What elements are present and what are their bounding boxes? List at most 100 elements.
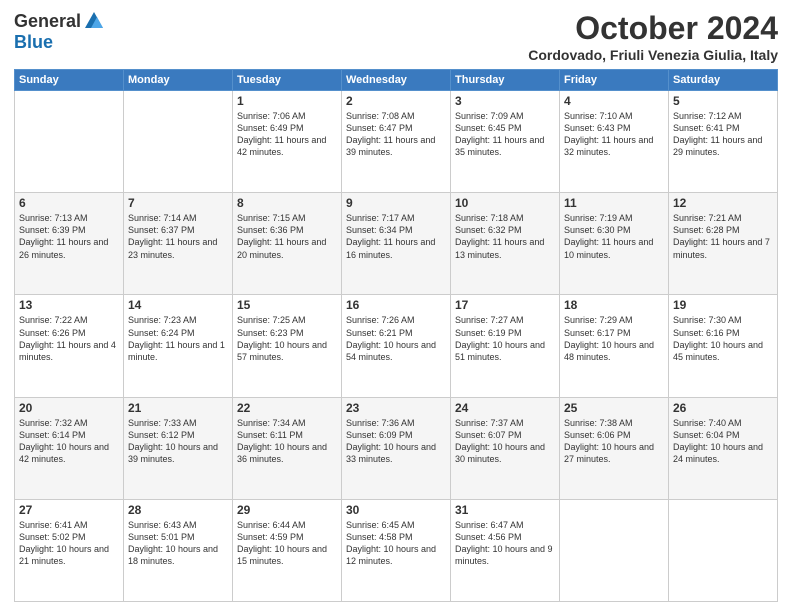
day-number: 11 [564, 196, 664, 210]
calendar-cell: 18 Sunrise: 7:29 AM Sunset: 6:17 PM Dayli… [560, 295, 669, 397]
day-number: 30 [346, 503, 446, 517]
calendar-week-4: 27 Sunrise: 6:41 AM Sunset: 5:02 PM Dayli… [15, 499, 778, 601]
day-number: 24 [455, 401, 555, 415]
day-info: Sunrise: 7:19 AM Sunset: 6:30 PM Dayligh… [564, 212, 664, 261]
calendar-cell: 3Sunrise: 7:09 AM Sunset: 6:45 PM Daylig… [451, 91, 560, 193]
calendar-header-row: SundayMondayTuesdayWednesdayThursdayFrid… [15, 70, 778, 91]
calendar-cell: 12Sunrise: 7:21 AM Sunset: 6:28 PM Dayli… [669, 193, 778, 295]
day-number: 20 [19, 401, 119, 415]
day-number: 27 [19, 503, 119, 517]
calendar-cell: 15 Sunrise: 7:25 AM Sunset: 6:23 PM Dayli… [233, 295, 342, 397]
calendar-cell: 7 Sunrise: 7:14 AM Sunset: 6:37 PM Daylig… [124, 193, 233, 295]
calendar-cell [560, 499, 669, 601]
day-info: Sunrise: 7:26 AM Sunset: 6:21 PM Dayligh… [346, 314, 446, 363]
page: General Blue October 2024 Cordovado, Fri… [0, 0, 792, 612]
calendar-week-1: 6 Sunrise: 7:13 AM Sunset: 6:39 PM Daylig… [15, 193, 778, 295]
day-number: 15 [237, 298, 337, 312]
day-info: Sunrise: 7:18 AM Sunset: 6:32 PM Dayligh… [455, 212, 555, 261]
calendar-cell: 14Sunrise: 7:23 AM Sunset: 6:24 PM Dayli… [124, 295, 233, 397]
calendar-cell [669, 499, 778, 601]
day-header-wednesday: Wednesday [342, 70, 451, 91]
day-number: 16 [346, 298, 446, 312]
day-info: Sunrise: 7:34 AM Sunset: 6:11 PM Dayligh… [237, 417, 337, 466]
day-info: Sunrise: 7:15 AM Sunset: 6:36 PM Dayligh… [237, 212, 337, 261]
day-info: Sunrise: 7:38 AM Sunset: 6:06 PM Dayligh… [564, 417, 664, 466]
calendar-cell: 25Sunrise: 7:38 AM Sunset: 6:06 PM Dayli… [560, 397, 669, 499]
calendar-cell [124, 91, 233, 193]
calendar-cell: 11 Sunrise: 7:19 AM Sunset: 6:30 PM Dayli… [560, 193, 669, 295]
day-info: Sunrise: 7:37 AM Sunset: 6:07 PM Dayligh… [455, 417, 555, 466]
day-info: Sunrise: 6:43 AM Sunset: 5:01 PM Dayligh… [128, 519, 228, 568]
day-info: Sunrise: 7:10 AM Sunset: 6:43 PM Dayligh… [564, 110, 664, 159]
day-info: Sunrise: 7:27 AM Sunset: 6:19 PM Dayligh… [455, 314, 555, 363]
day-header-friday: Friday [560, 70, 669, 91]
calendar-cell: 28 Sunrise: 6:43 AM Sunset: 5:01 PM Dayli… [124, 499, 233, 601]
calendar-cell: 4 Sunrise: 7:10 AM Sunset: 6:43 PM Daylig… [560, 91, 669, 193]
calendar-table: SundayMondayTuesdayWednesdayThursdayFrid… [14, 69, 778, 602]
location: Cordovado, Friuli Venezia Giulia, Italy [528, 47, 778, 63]
calendar-week-2: 13Sunrise: 7:22 AM Sunset: 6:26 PM Dayli… [15, 295, 778, 397]
day-info: Sunrise: 7:40 AM Sunset: 6:04 PM Dayligh… [673, 417, 773, 466]
day-info: Sunrise: 7:06 AM Sunset: 6:49 PM Dayligh… [237, 110, 337, 159]
day-number: 18 [564, 298, 664, 312]
day-info: Sunrise: 7:32 AM Sunset: 6:14 PM Dayligh… [19, 417, 119, 466]
day-info: Sunrise: 7:14 AM Sunset: 6:37 PM Dayligh… [128, 212, 228, 261]
day-info: Sunrise: 7:36 AM Sunset: 6:09 PM Dayligh… [346, 417, 446, 466]
day-number: 22 [237, 401, 337, 415]
calendar-cell: 2Sunrise: 7:08 AM Sunset: 6:47 PM Daylig… [342, 91, 451, 193]
day-header-monday: Monday [124, 70, 233, 91]
calendar-cell: 26 Sunrise: 7:40 AM Sunset: 6:04 PM Dayli… [669, 397, 778, 499]
logo: General Blue [14, 10, 105, 53]
day-number: 9 [346, 196, 446, 210]
day-number: 4 [564, 94, 664, 108]
day-header-saturday: Saturday [669, 70, 778, 91]
day-info: Sunrise: 7:25 AM Sunset: 6:23 PM Dayligh… [237, 314, 337, 363]
day-number: 31 [455, 503, 555, 517]
day-info: Sunrise: 6:44 AM Sunset: 4:59 PM Dayligh… [237, 519, 337, 568]
calendar-cell: 29Sunrise: 6:44 AM Sunset: 4:59 PM Dayli… [233, 499, 342, 601]
day-info: Sunrise: 7:12 AM Sunset: 6:41 PM Dayligh… [673, 110, 773, 159]
day-info: Sunrise: 7:22 AM Sunset: 6:26 PM Dayligh… [19, 314, 119, 363]
header: General Blue October 2024 Cordovado, Fri… [14, 10, 778, 63]
day-header-sunday: Sunday [15, 70, 124, 91]
logo-blue-text: Blue [14, 32, 53, 52]
day-number: 17 [455, 298, 555, 312]
month-title: October 2024 [528, 10, 778, 47]
day-number: 5 [673, 94, 773, 108]
calendar-cell: 17 Sunrise: 7:27 AM Sunset: 6:19 PM Dayli… [451, 295, 560, 397]
calendar-cell: 5 Sunrise: 7:12 AM Sunset: 6:41 PM Daylig… [669, 91, 778, 193]
day-number: 19 [673, 298, 773, 312]
day-info: Sunrise: 6:41 AM Sunset: 5:02 PM Dayligh… [19, 519, 119, 568]
day-info: Sunrise: 7:13 AM Sunset: 6:39 PM Dayligh… [19, 212, 119, 261]
day-number: 28 [128, 503, 228, 517]
day-number: 10 [455, 196, 555, 210]
calendar-cell: 9 Sunrise: 7:17 AM Sunset: 6:34 PM Daylig… [342, 193, 451, 295]
title-section: October 2024 Cordovado, Friuli Venezia G… [528, 10, 778, 63]
calendar-cell: 30 Sunrise: 6:45 AM Sunset: 4:58 PM Dayli… [342, 499, 451, 601]
calendar-cell: 31 Sunrise: 6:47 AM Sunset: 4:56 PM Dayli… [451, 499, 560, 601]
calendar-cell: 22 Sunrise: 7:34 AM Sunset: 6:11 PM Dayli… [233, 397, 342, 499]
calendar-cell [15, 91, 124, 193]
calendar-cell: 13Sunrise: 7:22 AM Sunset: 6:26 PM Dayli… [15, 295, 124, 397]
logo-icon [83, 10, 105, 32]
day-info: Sunrise: 7:29 AM Sunset: 6:17 PM Dayligh… [564, 314, 664, 363]
calendar-week-3: 20 Sunrise: 7:32 AM Sunset: 6:14 PM Dayli… [15, 397, 778, 499]
day-header-thursday: Thursday [451, 70, 560, 91]
day-number: 3 [455, 94, 555, 108]
day-number: 14 [128, 298, 228, 312]
calendar-cell: 19Sunrise: 7:30 AM Sunset: 6:16 PM Dayli… [669, 295, 778, 397]
calendar-cell: 8Sunrise: 7:15 AM Sunset: 6:36 PM Daylig… [233, 193, 342, 295]
calendar-cell: 24 Sunrise: 7:37 AM Sunset: 6:07 PM Dayli… [451, 397, 560, 499]
calendar-cell: 20 Sunrise: 7:32 AM Sunset: 6:14 PM Dayli… [15, 397, 124, 499]
day-info: Sunrise: 6:45 AM Sunset: 4:58 PM Dayligh… [346, 519, 446, 568]
calendar-week-0: 1Sunrise: 7:06 AM Sunset: 6:49 PM Daylig… [15, 91, 778, 193]
day-number: 7 [128, 196, 228, 210]
day-number: 12 [673, 196, 773, 210]
calendar-cell: 21Sunrise: 7:33 AM Sunset: 6:12 PM Dayli… [124, 397, 233, 499]
calendar-cell: 10 Sunrise: 7:18 AM Sunset: 6:32 PM Dayli… [451, 193, 560, 295]
day-number: 26 [673, 401, 773, 415]
day-info: Sunrise: 6:47 AM Sunset: 4:56 PM Dayligh… [455, 519, 555, 568]
calendar-cell: 16 Sunrise: 7:26 AM Sunset: 6:21 PM Dayli… [342, 295, 451, 397]
day-info: Sunrise: 7:17 AM Sunset: 6:34 PM Dayligh… [346, 212, 446, 261]
day-number: 6 [19, 196, 119, 210]
